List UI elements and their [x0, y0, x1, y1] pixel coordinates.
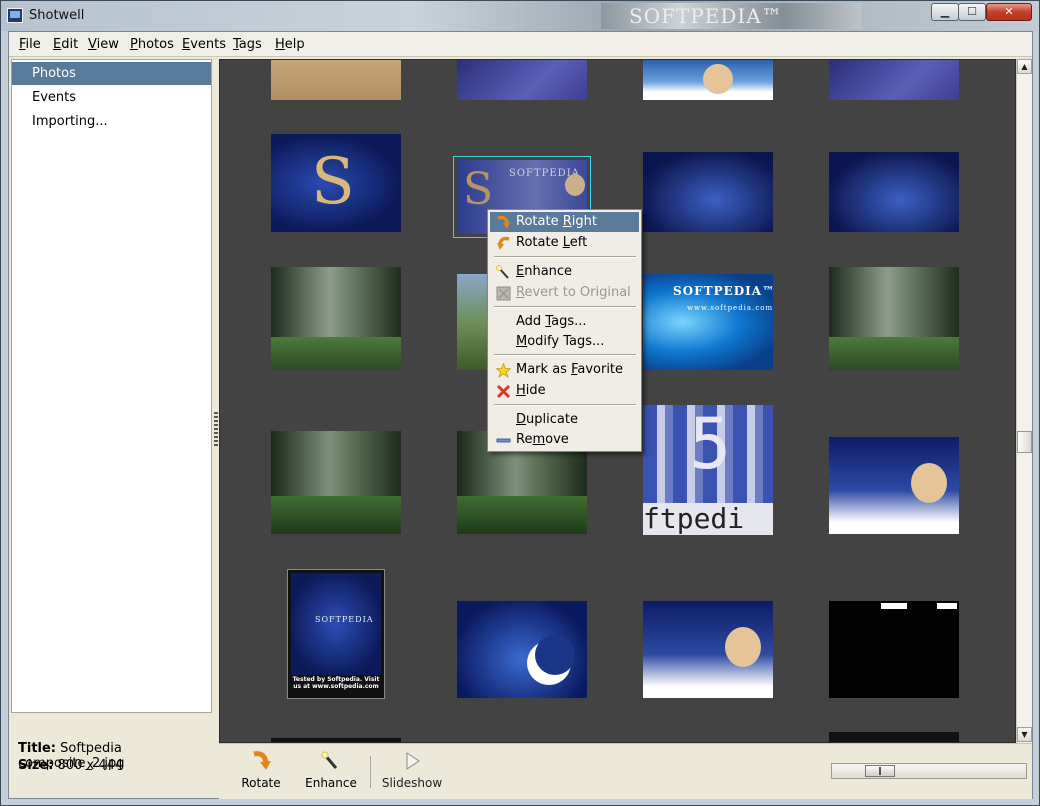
- window-title: Shotwell: [29, 8, 85, 23]
- info-size-value: 800 x 444: [57, 758, 124, 773]
- info-title-label: Title:: [18, 741, 57, 756]
- enhance-label: Enhance: [305, 776, 357, 790]
- menu-item-enhance[interactable]: Enhance: [490, 262, 639, 282]
- photo-info-panel: Title: Softpedia composite_2.jpg Size: 8…: [11, 712, 212, 798]
- photo-thumbnail[interactable]: 5 ftpedi: [643, 405, 773, 535]
- sidebar-item-events[interactable]: Events: [12, 86, 211, 109]
- photo-thumbnail[interactable]: S: [271, 134, 401, 232]
- menu-item-modify-tags[interactable]: Modify Tags...: [490, 332, 639, 352]
- title-bar[interactable]: Shotwell SOFTPEDIA™ ▁ ☐ ✕: [1, 1, 1039, 31]
- watermark-logo: SOFTPEDIA™: [601, 3, 861, 29]
- remove-icon: [496, 438, 511, 443]
- photo-thumbnail[interactable]: [271, 431, 401, 534]
- softpedia-logo-text: SOFTPEDIA: [315, 615, 374, 624]
- rotate-right-icon: [497, 215, 510, 229]
- scrollbar-thumb[interactable]: [1017, 431, 1032, 453]
- revert-icon: [496, 286, 511, 301]
- photo-thumbnail[interactable]: [643, 60, 773, 100]
- photo-thumbnail[interactable]: [829, 60, 959, 100]
- scroll-up-arrow-icon[interactable]: ▲: [1017, 59, 1032, 74]
- sidebar: Photos Events Importing...: [11, 59, 212, 741]
- pixelated-text: ftpedi: [643, 503, 773, 535]
- photo-thumbnail[interactable]: [457, 60, 587, 100]
- info-size-row: Size: 800 x 444: [18, 758, 123, 773]
- photo-thumbnail[interactable]: SOFTPEDIA™ www.softpedia.com: [643, 274, 773, 370]
- menu-separator: [494, 306, 636, 308]
- photo-thumbnail[interactable]: [271, 60, 401, 100]
- enhance-icon: [496, 265, 509, 279]
- menu-item-rotate-right[interactable]: Rotate Right: [490, 212, 639, 232]
- photo-thumbnail[interactable]: [829, 437, 959, 534]
- menu-item-mark-as-favorite[interactable]: Mark as Favorite: [490, 360, 639, 380]
- rotate-icon: [253, 751, 271, 770]
- photo-thumbnail[interactable]: [829, 152, 959, 232]
- photo-thumbnail[interactable]: [829, 732, 959, 742]
- photo-thumbnail[interactable]: SOFTPEDIA Tested by Softpedia. Visit us …: [287, 569, 385, 699]
- menu-tags[interactable]: Tags: [233, 37, 262, 52]
- menu-item-revert-to-original[interactable]: Revert to Original: [490, 283, 639, 303]
- sidebar-item-importing[interactable]: Importing...: [12, 110, 211, 133]
- zoom-slider[interactable]: [831, 763, 1027, 779]
- menu-view[interactable]: View: [88, 37, 119, 52]
- menu-bar: File Edit View Photos Events Tags Help: [9, 32, 1032, 57]
- menu-item-duplicate[interactable]: Duplicate: [490, 410, 639, 430]
- menu-edit[interactable]: Edit: [53, 37, 78, 52]
- close-button[interactable]: ✕: [986, 3, 1032, 21]
- menu-item-rotate-left[interactable]: Rotate Left: [490, 233, 639, 253]
- photo-thumbnail[interactable]: [829, 601, 959, 698]
- play-icon: [406, 752, 420, 770]
- pixelated-text: 5: [689, 405, 732, 485]
- menu-separator: [494, 404, 636, 406]
- photo-thumbnail[interactable]: [643, 601, 773, 698]
- menu-item-add-tags[interactable]: Add Tags...: [490, 312, 639, 332]
- photo-thumbnail[interactable]: [457, 601, 587, 698]
- context-menu: Rotate Right Rotate Left Enhance Revert …: [487, 209, 642, 452]
- menu-events[interactable]: Events: [182, 37, 226, 52]
- menu-separator: [494, 256, 636, 258]
- sidebar-item-photos[interactable]: Photos: [12, 62, 211, 85]
- rotate-label: Rotate: [241, 776, 281, 790]
- photo-thumbnail[interactable]: [829, 267, 959, 370]
- maximize-button[interactable]: ☐: [958, 3, 986, 21]
- softpedia-logo-text: SOFTPEDIA™: [673, 284, 773, 298]
- enhance-button[interactable]: Enhance: [299, 750, 363, 796]
- menu-photos[interactable]: Photos: [130, 37, 174, 52]
- menu-separator: [494, 354, 636, 356]
- menu-item-hide[interactable]: Hide: [490, 381, 639, 401]
- softpedia-url-text: www.softpedia.com: [687, 304, 773, 312]
- rotate-left-icon: [497, 236, 510, 250]
- menu-help[interactable]: Help: [275, 37, 305, 52]
- tested-by-text: Tested by Softpedia. Visit us at www.sof…: [292, 676, 380, 690]
- slideshow-label: Slideshow: [381, 776, 443, 790]
- sidebar-resize-handle[interactable]: [214, 412, 218, 446]
- photo-thumbnail[interactable]: [643, 152, 773, 232]
- application-window: Shotwell SOFTPEDIA™ ▁ ☐ ✕ File Edit View…: [0, 0, 1040, 806]
- toolbar-separator: [370, 756, 371, 788]
- menu-item-remove[interactable]: Remove: [490, 430, 639, 450]
- enhance-wand-icon: [321, 751, 338, 769]
- vertical-scrollbar[interactable]: ▲ ▼: [1016, 59, 1032, 743]
- photo-thumbnail[interactable]: [457, 274, 491, 370]
- bottom-toolbar: Rotate Enhance Slideshow: [219, 743, 1032, 799]
- menu-file[interactable]: File: [19, 37, 41, 52]
- zoom-slider-knob[interactable]: [865, 765, 895, 777]
- minimize-button[interactable]: ▁: [931, 3, 959, 21]
- hide-icon: [496, 384, 511, 399]
- slideshow-button[interactable]: Slideshow: [377, 750, 447, 796]
- star-icon: [496, 363, 511, 378]
- scroll-down-arrow-icon[interactable]: ▼: [1017, 727, 1032, 742]
- info-size-label: Size:: [18, 758, 54, 773]
- photo-thumbnail[interactable]: [271, 267, 401, 370]
- app-icon: [7, 8, 23, 23]
- rotate-button[interactable]: Rotate: [231, 750, 291, 796]
